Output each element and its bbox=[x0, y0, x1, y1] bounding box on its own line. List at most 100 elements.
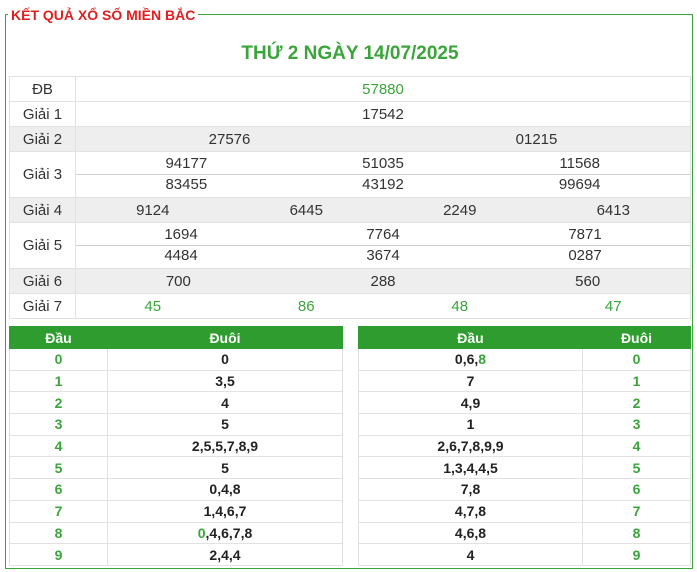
column-header-tail: Đuôi bbox=[107, 326, 343, 349]
loto-head-table: Đầu Đuôi 0 0 1 3,5 2 4 3 5 4 2,5,5,7,8,9 5 5 6 0,4,8 7… bbox=[9, 326, 343, 566]
loto-head-digit: 8 bbox=[9, 521, 108, 545]
loto-tail-digits: 2,5,5,7,8,9 bbox=[107, 434, 343, 458]
loto-tail-digit: 4 bbox=[582, 434, 691, 458]
loto-row: 1,3,4,4,5 5 bbox=[358, 456, 691, 480]
loto-tail-digit: 5 bbox=[582, 456, 691, 480]
prize-value: 7764 bbox=[366, 226, 400, 243]
loto-tail-digits: 3,5 bbox=[107, 369, 343, 393]
loto-row: 71 bbox=[358, 369, 691, 393]
loto-digits: 2,6,7,8,9,9 bbox=[437, 438, 504, 455]
prize-row-g2: Giải 2 27576 01215 bbox=[9, 126, 691, 152]
loto-row: 49 bbox=[358, 543, 691, 566]
loto-tail-digit: 2 bbox=[582, 391, 691, 415]
loto-tail-digits: 0 bbox=[107, 348, 343, 371]
loto-tail-digits: 5 bbox=[107, 413, 343, 436]
column-header-tail: Đuôi bbox=[582, 326, 691, 349]
column-header-head: Đầu bbox=[9, 326, 108, 349]
prize-label: Giải 3 bbox=[9, 151, 76, 198]
prize-value: 27576 bbox=[208, 130, 251, 148]
prize-value: 86 bbox=[297, 297, 315, 315]
loto-digits: 1 bbox=[466, 416, 475, 433]
prize-row-g7: Giải 7 45 86 48 47 bbox=[9, 293, 691, 319]
loto-digits: 7 bbox=[466, 373, 475, 390]
loto-tail-digit: 6 bbox=[582, 478, 691, 501]
prize-value: 11568 bbox=[559, 155, 600, 172]
loto-tail-digit: 0 bbox=[582, 348, 691, 371]
prize-value: 43192 bbox=[362, 176, 404, 193]
prize-value: 1694 bbox=[164, 226, 198, 243]
prize-value: 6445 bbox=[289, 201, 323, 219]
loto-head-digit: 4 bbox=[9, 434, 108, 458]
prize-row-g5: Giải 5 1694 7764 7871 4484 3674 0287 bbox=[9, 222, 691, 269]
loto-row: 4 2,5,5,7,8,9 bbox=[9, 434, 343, 458]
loto-tail-digit: 8 bbox=[582, 521, 691, 545]
prize-value: 51035 bbox=[362, 155, 404, 172]
loto-digits: 2,5,5,7,8,9 bbox=[191, 438, 259, 455]
loto-tail-digits: 0,4,8 bbox=[107, 478, 343, 501]
loto-row: 00 bbox=[9, 348, 343, 371]
prize-value: 2249 bbox=[443, 201, 477, 219]
prize-value: 6413 bbox=[596, 201, 630, 219]
loto-head-digits: 1 bbox=[358, 413, 583, 436]
loto-digits: 5 bbox=[221, 459, 229, 476]
loto-digits: 3,5 bbox=[215, 373, 235, 390]
column-header-head: Đầu bbox=[358, 326, 583, 349]
prize-row-g6: Giải 6 700 288 560 bbox=[9, 268, 691, 294]
prize-label: Giải 5 bbox=[9, 222, 76, 269]
loto-digit-highlight: 8 bbox=[478, 351, 487, 368]
prize-value: 0287 bbox=[568, 247, 602, 264]
prize-value: 17542 bbox=[75, 101, 691, 127]
loto-head-digits: 0,6,8 bbox=[358, 348, 583, 371]
loto-row: 1 3,5 bbox=[9, 369, 343, 393]
loto-digits: 5 bbox=[221, 416, 229, 433]
loto-head-digit: 0 bbox=[9, 348, 108, 371]
prize-value: 288 bbox=[370, 272, 396, 290]
prize-value: 94177 bbox=[165, 155, 208, 172]
loto-digits: ,4,6,7,8 bbox=[205, 524, 253, 541]
loto-head-digit: 6 bbox=[9, 478, 108, 501]
loto-digits: 2,4,4 bbox=[209, 546, 241, 563]
loto-digits: 0 bbox=[221, 351, 229, 368]
prize-value: 83455 bbox=[165, 176, 208, 193]
loto-head-digit: 2 bbox=[9, 391, 108, 415]
loto-row: 2,6,7,8,9,9 4 bbox=[358, 434, 691, 458]
loto-tail-digit: 9 bbox=[582, 543, 691, 566]
section-title: KẾT QUẢ XỔ SỐ MIỀN BẮC bbox=[8, 7, 199, 23]
loto-head-digits: 4,7,8 bbox=[358, 499, 583, 523]
prize-value: 560 bbox=[575, 272, 601, 290]
prize-label: Giải 6 bbox=[9, 268, 76, 294]
prize-value: 99694 bbox=[558, 176, 601, 193]
prize-value: 48 bbox=[451, 297, 469, 315]
loto-tail-digits: 0,4,6,7,8 bbox=[107, 521, 343, 545]
loto-row: 9 2,4,4 bbox=[9, 543, 343, 566]
loto-digits: 7,8 bbox=[460, 481, 481, 498]
loto-digits: 4,9 bbox=[460, 394, 481, 411]
loto-head-digit: 7 bbox=[9, 499, 108, 523]
loto-head-digits: 7 bbox=[358, 369, 583, 393]
loto-head-digits: 2,6,7,8,9,9 bbox=[358, 434, 583, 458]
prize-value: 7871 bbox=[568, 226, 602, 243]
prize-label: ĐB bbox=[9, 76, 76, 102]
prize-value: 700 bbox=[165, 272, 191, 290]
loto-row: 8 0,4,6,7,8 bbox=[9, 521, 343, 545]
loto-row: 4,9 2 bbox=[358, 391, 691, 415]
loto-digits: 1,3,4,4,5 bbox=[443, 459, 498, 476]
prize-value: 57880 bbox=[75, 76, 691, 102]
loto-digits: 0,6, bbox=[454, 351, 479, 368]
loto-row: 4,6,8 8 bbox=[358, 521, 691, 545]
prize-value: 9124 bbox=[136, 201, 170, 219]
prize-label: Giải 2 bbox=[9, 126, 76, 152]
loto-digits: 4 bbox=[466, 546, 475, 563]
loto-head-digits: 4,6,8 bbox=[358, 521, 583, 545]
prize-value: 45 bbox=[144, 297, 162, 315]
loto-head-digits: 4,9 bbox=[358, 391, 583, 415]
loto-row: 24 bbox=[9, 391, 343, 415]
loto-head-digit: 5 bbox=[9, 456, 108, 480]
loto-digits: 4,6,8 bbox=[454, 524, 487, 541]
draw-date-title: THỨ 2 NGÀY 14/07/2025 bbox=[241, 43, 459, 64]
loto-head-digit: 1 bbox=[9, 369, 108, 393]
loto-tail-digits: 1,4,6,7 bbox=[107, 499, 343, 523]
prize-value: 3674 bbox=[366, 247, 400, 264]
loto-tail-digits: 5 bbox=[107, 456, 343, 480]
loto-tail-digits: 2,4,4 bbox=[107, 543, 343, 566]
